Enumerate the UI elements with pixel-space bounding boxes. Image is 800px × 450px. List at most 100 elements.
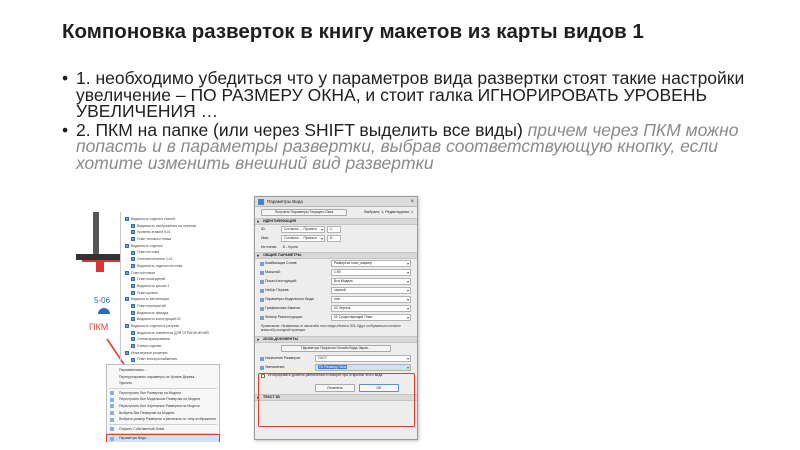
- view-icon: [125, 217, 129, 222]
- context-menu-item[interactable]: Открыть Собственный Элем.: [107, 426, 219, 433]
- tree-item[interactable]: Схема отделки: [121, 343, 218, 349]
- zoom-row: Увеличение: По Размеру Окна: [255, 363, 417, 372]
- dimensioning-dropdown[interactable]: ГОСТ: [315, 355, 411, 362]
- context-menu-item-label: Перегрупировать параметры на Уровне Дере…: [119, 374, 198, 379]
- structure-dropdown[interactable]: Вся Модель: [331, 278, 411, 285]
- menu-item-icon: [110, 411, 114, 416]
- tree-item[interactable]: План потолков: [121, 270, 218, 276]
- source-value: Б - Кухня: [283, 245, 298, 249]
- context-menu-item[interactable]: Выбрать Все Развертки на Модели: [107, 410, 219, 417]
- context-menu-item-label: Открыть Собственный Элем.: [119, 426, 165, 431]
- tree-item[interactable]: План помещений: [121, 276, 218, 282]
- dialog-title: Параметры Вида: [267, 199, 303, 204]
- tree-item[interactable]: Видимость крыши 1: [121, 283, 218, 289]
- renovation-label: Фильтр Реконструкции:: [265, 315, 303, 319]
- renovation-row: Фильтр Реконструкции: 01 Существующий Пл…: [255, 313, 417, 322]
- zoom-icon: [260, 365, 264, 370]
- zoom-dropdown[interactable]: По Размеру Окна: [315, 364, 411, 371]
- id-label: ID:: [261, 227, 266, 231]
- id-dropdown[interactable]: Согласно ... Проекта: [281, 226, 325, 233]
- tree-item[interactable]: Схема армирования: [121, 336, 218, 342]
- scale-label: Масштаб:: [265, 270, 281, 274]
- id-suffix-field[interactable]: 1-: [327, 226, 341, 233]
- placement-row: Параметры Покрытия Оплайн Вида Экран...: [255, 343, 417, 354]
- menu-item-icon: [110, 397, 114, 402]
- section-general-label: ОБЩИЕ ПАРАМЕТРЫ: [263, 253, 302, 257]
- menu-item-icon: [110, 404, 114, 409]
- tree-item[interactable]: Видимость отдельн стилей: [121, 216, 218, 222]
- close-icon[interactable]: ×: [410, 198, 414, 206]
- tree-item[interactable]: Видимость конструкций 02: [121, 316, 218, 322]
- name-dropdown[interactable]: Согласно ... Проекта: [281, 235, 325, 242]
- bullet-2: 2. ПКМ на папке (или через SHIFT выделит…: [62, 121, 762, 172]
- view-icon: [125, 297, 129, 302]
- view-icon: [131, 357, 135, 362]
- context-menu: Переименовать... Перегрупировать параметр…: [106, 364, 220, 442]
- view-marker-icon: [98, 308, 110, 314]
- tree-item[interactable]: План электроснабжения: [121, 356, 218, 362]
- scale-icon: [260, 270, 264, 275]
- tree-item[interactable]: План типового этажа: [121, 236, 218, 242]
- placement-settings-button[interactable]: Параметры Покрытия Оплайн Вида Экран...: [281, 345, 391, 352]
- section-general[interactable]: ОБЩИЕ ПАРАМЕТРЫ: [255, 252, 417, 259]
- section-2d3d[interactable]: 2D/3D-ДОКУМЕНТЫ: [255, 336, 417, 343]
- menu-item-icon: [110, 417, 114, 422]
- tree-item[interactable]: План кровли: [121, 290, 218, 296]
- context-menu-item[interactable]: Выбрать размер Развертки и увеличить по …: [107, 416, 219, 423]
- view-icon: [131, 344, 135, 349]
- view-icon: [125, 350, 129, 355]
- scale-dropdown[interactable]: 1:50: [331, 269, 411, 276]
- tree-item[interactable]: Видимость фасада: [121, 310, 218, 316]
- app-icon: [258, 199, 264, 205]
- context-menu-item[interactable]: Параметры Вида...: [106, 434, 220, 442]
- id-row: ID: Согласно ... Проекта 1-: [255, 225, 417, 234]
- context-menu-item-label: Удалить: [119, 381, 132, 386]
- graphic-override-dropdown[interactable]: 02 Чертеж: [331, 305, 411, 312]
- tree-item-label: Уровень этажей 5.01: [137, 230, 171, 235]
- context-menu-item-label: Переименовать...: [119, 368, 147, 372]
- selection-count: Выбрано: 1, Редактируемо: 1: [364, 210, 413, 214]
- structure-label: Показ Конструкций:: [265, 279, 297, 283]
- layer-combo-dropdown[interactable]: Развертка план_маркер: [331, 260, 411, 267]
- pen-set-dropdown[interactable]: черный: [331, 287, 411, 294]
- project-map-tree[interactable]: Видимость отдельн стилей Видимость изобра…: [120, 212, 218, 403]
- tree-item[interactable]: Инженерные решения: [121, 350, 218, 356]
- context-menu-item[interactable]: Удалить: [107, 380, 219, 387]
- graphic-override-icon: [260, 306, 264, 311]
- model-view-icon: [260, 297, 264, 302]
- tree-item[interactable]: Видимость элементов ДЛЯ ОГРАНИЧЕНИЙ: [121, 330, 218, 336]
- tree-item[interactable]: Видимость отделки в разрезе: [121, 323, 218, 329]
- source-row: Источник: Б - Кухня: [255, 243, 417, 252]
- tree-item-label: План потолков: [131, 270, 156, 275]
- context-menu-item[interactable]: Перестроить Все Чертежные Развертки на М…: [107, 403, 219, 410]
- tree-item[interactable]: Видимость отделки: [121, 243, 218, 249]
- context-menu-item[interactable]: Перестроить Все Развертки на Модели: [107, 390, 219, 397]
- tree-item[interactable]: Видимость изображения на чертеже: [121, 223, 218, 229]
- tree-item-label: План перекрытий: [137, 303, 166, 308]
- pen-set-row: Набор Перьев: черный: [255, 286, 417, 295]
- context-menu-item-label: Параметры Вида...: [119, 436, 149, 441]
- context-menu-item[interactable]: Перестроить Все Модельные Развертки на М…: [107, 396, 219, 403]
- view-icon: [131, 337, 135, 342]
- tree-item[interactable]: Видимость отделки потолка: [121, 263, 218, 269]
- layers-icon: [260, 261, 264, 266]
- tree-item[interactable]: План перекрытий: [121, 303, 218, 309]
- section-identification[interactable]: ИДЕНТИФИКАЦИЯ: [255, 218, 417, 225]
- name-suffix-field[interactable]: Б-: [327, 235, 341, 242]
- bullet-list: 1. необходимо убедиться что у параметров…: [62, 69, 762, 172]
- tree-item-label: Инженерные решения: [131, 350, 168, 355]
- context-menu-item-label: Перестроить Все Развертки на Модели: [119, 390, 181, 395]
- view-icon: [131, 317, 135, 322]
- context-menu-item-label: Выбрать Все Развертки на Модели: [119, 410, 175, 415]
- dialog-titlebar: Параметры Вида ×: [255, 197, 417, 207]
- get-window-params-button[interactable]: Получить Параметры Текущего Окна: [261, 209, 347, 216]
- tree-item[interactable]: Видимость вентиляции: [121, 296, 218, 302]
- model-params-dropdown[interactable]: нов: [331, 296, 411, 303]
- context-menu-item[interactable]: Переименовать...: [107, 367, 219, 374]
- tree-item[interactable]: План потолка: [121, 249, 218, 255]
- context-menu-item[interactable]: Перегрупировать параметры на Уровне Дере…: [107, 374, 219, 381]
- tree-item[interactable]: Сечение/отметки 2.01: [121, 256, 218, 262]
- renovation-dropdown[interactable]: 01 Существующий План: [331, 314, 411, 321]
- tree-item[interactable]: Уровень этажей 5.01: [121, 229, 218, 235]
- tree-item-label: Видимость вентиляции: [131, 297, 169, 302]
